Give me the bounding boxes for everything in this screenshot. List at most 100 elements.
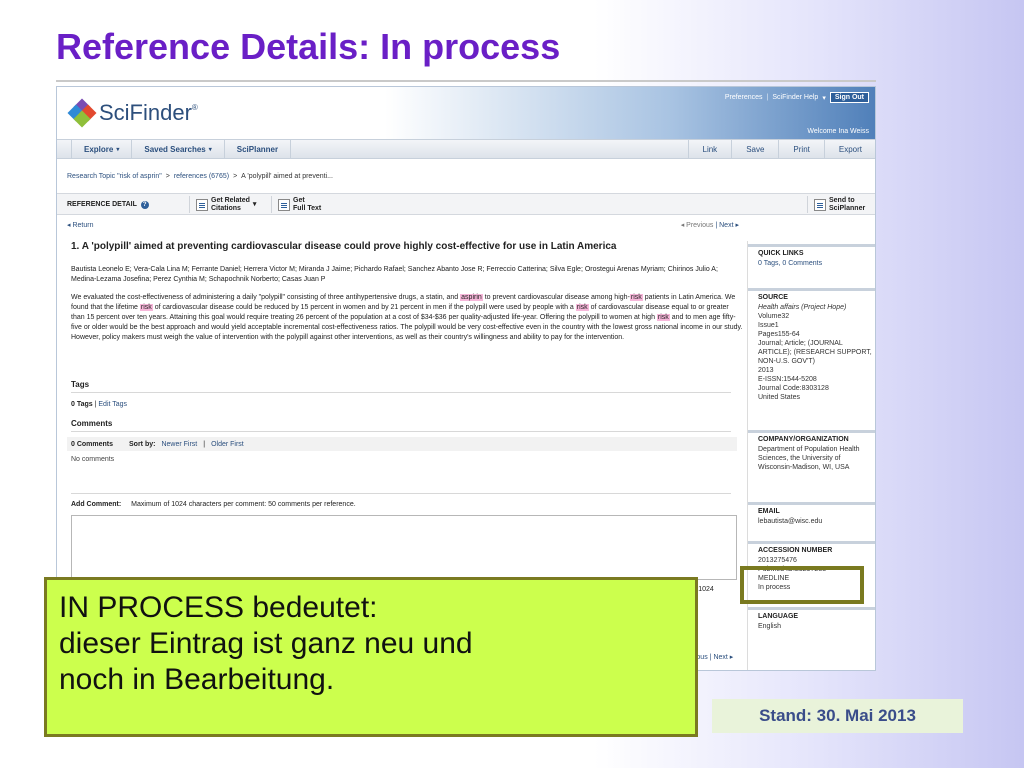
search-term-highlight: risk: [656, 314, 670, 321]
send-to-label: Send to SciPlanner: [829, 196, 866, 212]
next-arrow-icon: ▸: [735, 222, 739, 229]
pager-separator: |: [715, 222, 718, 229]
tags-separator: |: [94, 401, 97, 408]
source-section: SOURCE Health affairs (Project Hope) Vol…: [748, 288, 875, 402]
slide-title: Reference Details: In process: [56, 26, 561, 67]
language-heading: LANGUAGE: [758, 613, 799, 620]
search-term-highlight: risk: [629, 294, 643, 301]
language-section: LANGUAGE English: [748, 607, 875, 631]
next-link[interactable]: Next: [713, 654, 727, 661]
quick-links-section: QUICK LINKS 0 Tags, 0 Comments: [748, 244, 875, 268]
source-details: Volume32 Issue1 Pages155-64 Journal; Art…: [758, 313, 872, 401]
breadcrumb-research-topic[interactable]: Research Topic "risk of asprin": [67, 173, 162, 180]
scifinder-logo[interactable]: SciFinder ®: [67, 98, 198, 128]
nav-actions: Link Save Print Export: [687, 140, 876, 158]
chevron-down-icon: ▾: [208, 146, 212, 153]
edit-tags-link[interactable]: Edit Tags: [98, 401, 127, 408]
quick-links-value[interactable]: 0 Tags, 0 Comments: [758, 260, 822, 267]
company-heading: COMPANY/ORGANIZATION: [758, 436, 849, 443]
tags-heading: Tags: [71, 380, 90, 389]
previous-arrow-icon: ◂: [680, 222, 685, 229]
reference-toolbar: REFERENCE DETAIL ? Get Related Citations …: [57, 193, 875, 215]
preferences-link[interactable]: Preferences: [725, 94, 763, 101]
send-to-sciplanner-button[interactable]: Send to SciPlanner: [807, 196, 865, 213]
tags-divider: [71, 392, 731, 393]
no-comments-text: No comments: [71, 456, 115, 463]
reference-title[interactable]: 1. A 'polypill' aimed at preventing card…: [71, 241, 741, 252]
email-value: lebautista@wisc.edu: [758, 518, 823, 525]
add-comment-label: Add Comment:: [71, 501, 122, 508]
reference-abstract: We evaluated the cost-effectiveness of a…: [71, 294, 743, 341]
callout-line-2: dieser Eintrag ist ganz neu und: [59, 627, 473, 660]
return-label: Return: [72, 222, 94, 229]
company-section: COMPANY/ORGANIZATION Department of Popul…: [748, 430, 875, 472]
header-links: Preferences | SciFinder Help ▾ Sign Out: [725, 92, 869, 103]
tags-row: 0 Tags | Edit Tags: [71, 401, 127, 408]
citations-icon: [196, 198, 208, 211]
sort-by-label: Sort by:: [129, 440, 156, 448]
email-section: EMAIL lebautista@wisc.edu: [748, 502, 875, 526]
get-full-text-button[interactable]: Get Full Text: [271, 196, 321, 213]
reference-detail-label: REFERENCE DETAIL: [67, 201, 137, 208]
welcome-text: Welcome Ina Weiss: [807, 128, 869, 135]
source-journal: Health affairs (Project Hope): [758, 304, 847, 311]
search-term-highlight: risk: [139, 304, 153, 311]
accession-heading: ACCESSION NUMBER: [758, 547, 833, 554]
comment-textarea[interactable]: [71, 515, 737, 580]
in-process-callout: IN PROCESS bedeutet: dieser Eintrag ist …: [44, 577, 698, 737]
save-button[interactable]: Save: [732, 140, 780, 158]
sort-older-first-link[interactable]: Older First: [211, 441, 244, 448]
chevron-down-icon: ▾: [822, 94, 826, 102]
pager-top: ◂ Previous | Next ▸: [681, 221, 739, 229]
email-heading: EMAIL: [758, 508, 780, 515]
next-arrow-icon: ▸: [729, 654, 734, 661]
scifinder-logo-icon: [67, 98, 97, 128]
comments-count: 0 Comments: [71, 440, 114, 448]
return-link[interactable]: ◂ Return: [67, 221, 93, 229]
add-comment-divider: [71, 493, 731, 494]
comments-heading: Comments: [71, 419, 113, 428]
search-term-highlight: risk: [575, 304, 589, 311]
print-button[interactable]: Print: [779, 140, 825, 158]
main-nav: Explore ▾ Saved Searches ▾ SciPlanner Li…: [57, 139, 876, 159]
callout-line-1: IN PROCESS bedeutet:: [59, 591, 378, 624]
get-full-text-label: Get Full Text: [293, 196, 322, 212]
breadcrumb-references[interactable]: references (6765): [174, 173, 229, 180]
quick-links-heading: QUICK LINKS: [758, 250, 804, 257]
breadcrumb-separator: >: [165, 173, 170, 180]
nav-explore[interactable]: Explore ▾: [71, 140, 133, 158]
next-link[interactable]: Next: [719, 222, 733, 229]
full-text-icon: [278, 198, 290, 211]
logo-text: SciFinder: [99, 100, 192, 125]
link-button[interactable]: Link: [687, 140, 733, 158]
previous-link[interactable]: Previous: [686, 222, 713, 229]
reference-sidebar: QUICK LINKS 0 Tags, 0 Comments SOURCE He…: [747, 241, 875, 670]
company-value: Department of Population Health Sciences…: [758, 446, 860, 471]
sort-separator: |: [203, 440, 206, 448]
get-related-citations-button[interactable]: Get Related Citations ▾: [189, 196, 256, 213]
breadcrumb-current: A 'polypill' aimed at preventi...: [241, 173, 333, 180]
sort-newer-first-link[interactable]: Newer First: [161, 441, 197, 448]
sign-out-button[interactable]: Sign Out: [829, 92, 869, 103]
help-icon[interactable]: ?: [140, 201, 149, 209]
callout-line-3: noch in Bearbeitung.: [59, 663, 335, 696]
nav-explore-label: Explore: [84, 144, 114, 154]
comment-limit-text: Maximum of 1024 characters per comment: …: [131, 501, 356, 508]
nav-saved-searches[interactable]: Saved Searches ▾: [132, 140, 225, 158]
comments-divider: [71, 431, 731, 432]
export-button[interactable]: Export: [825, 140, 875, 158]
breadcrumb-separator: >: [233, 173, 238, 180]
tags-count: 0 Tags: [71, 401, 93, 408]
reference-detail-title: REFERENCE DETAIL ?: [67, 201, 149, 209]
get-related-label: Get Related Citations: [211, 196, 250, 212]
logo-registered-mark: ®: [191, 103, 198, 112]
nav-sciplanner[interactable]: SciPlanner: [225, 140, 292, 158]
language-value: English: [758, 623, 781, 630]
in-process-highlight-box: [740, 566, 864, 604]
help-link[interactable]: SciFinder Help: [772, 94, 818, 101]
chevron-down-icon: ▾: [116, 146, 120, 153]
stand-date-label: Stand: 30. Mai 2013: [712, 699, 963, 733]
pager-separator: |: [709, 654, 712, 661]
header-separator: |: [766, 94, 769, 101]
nav-saved-searches-label: Saved Searches: [144, 144, 206, 154]
